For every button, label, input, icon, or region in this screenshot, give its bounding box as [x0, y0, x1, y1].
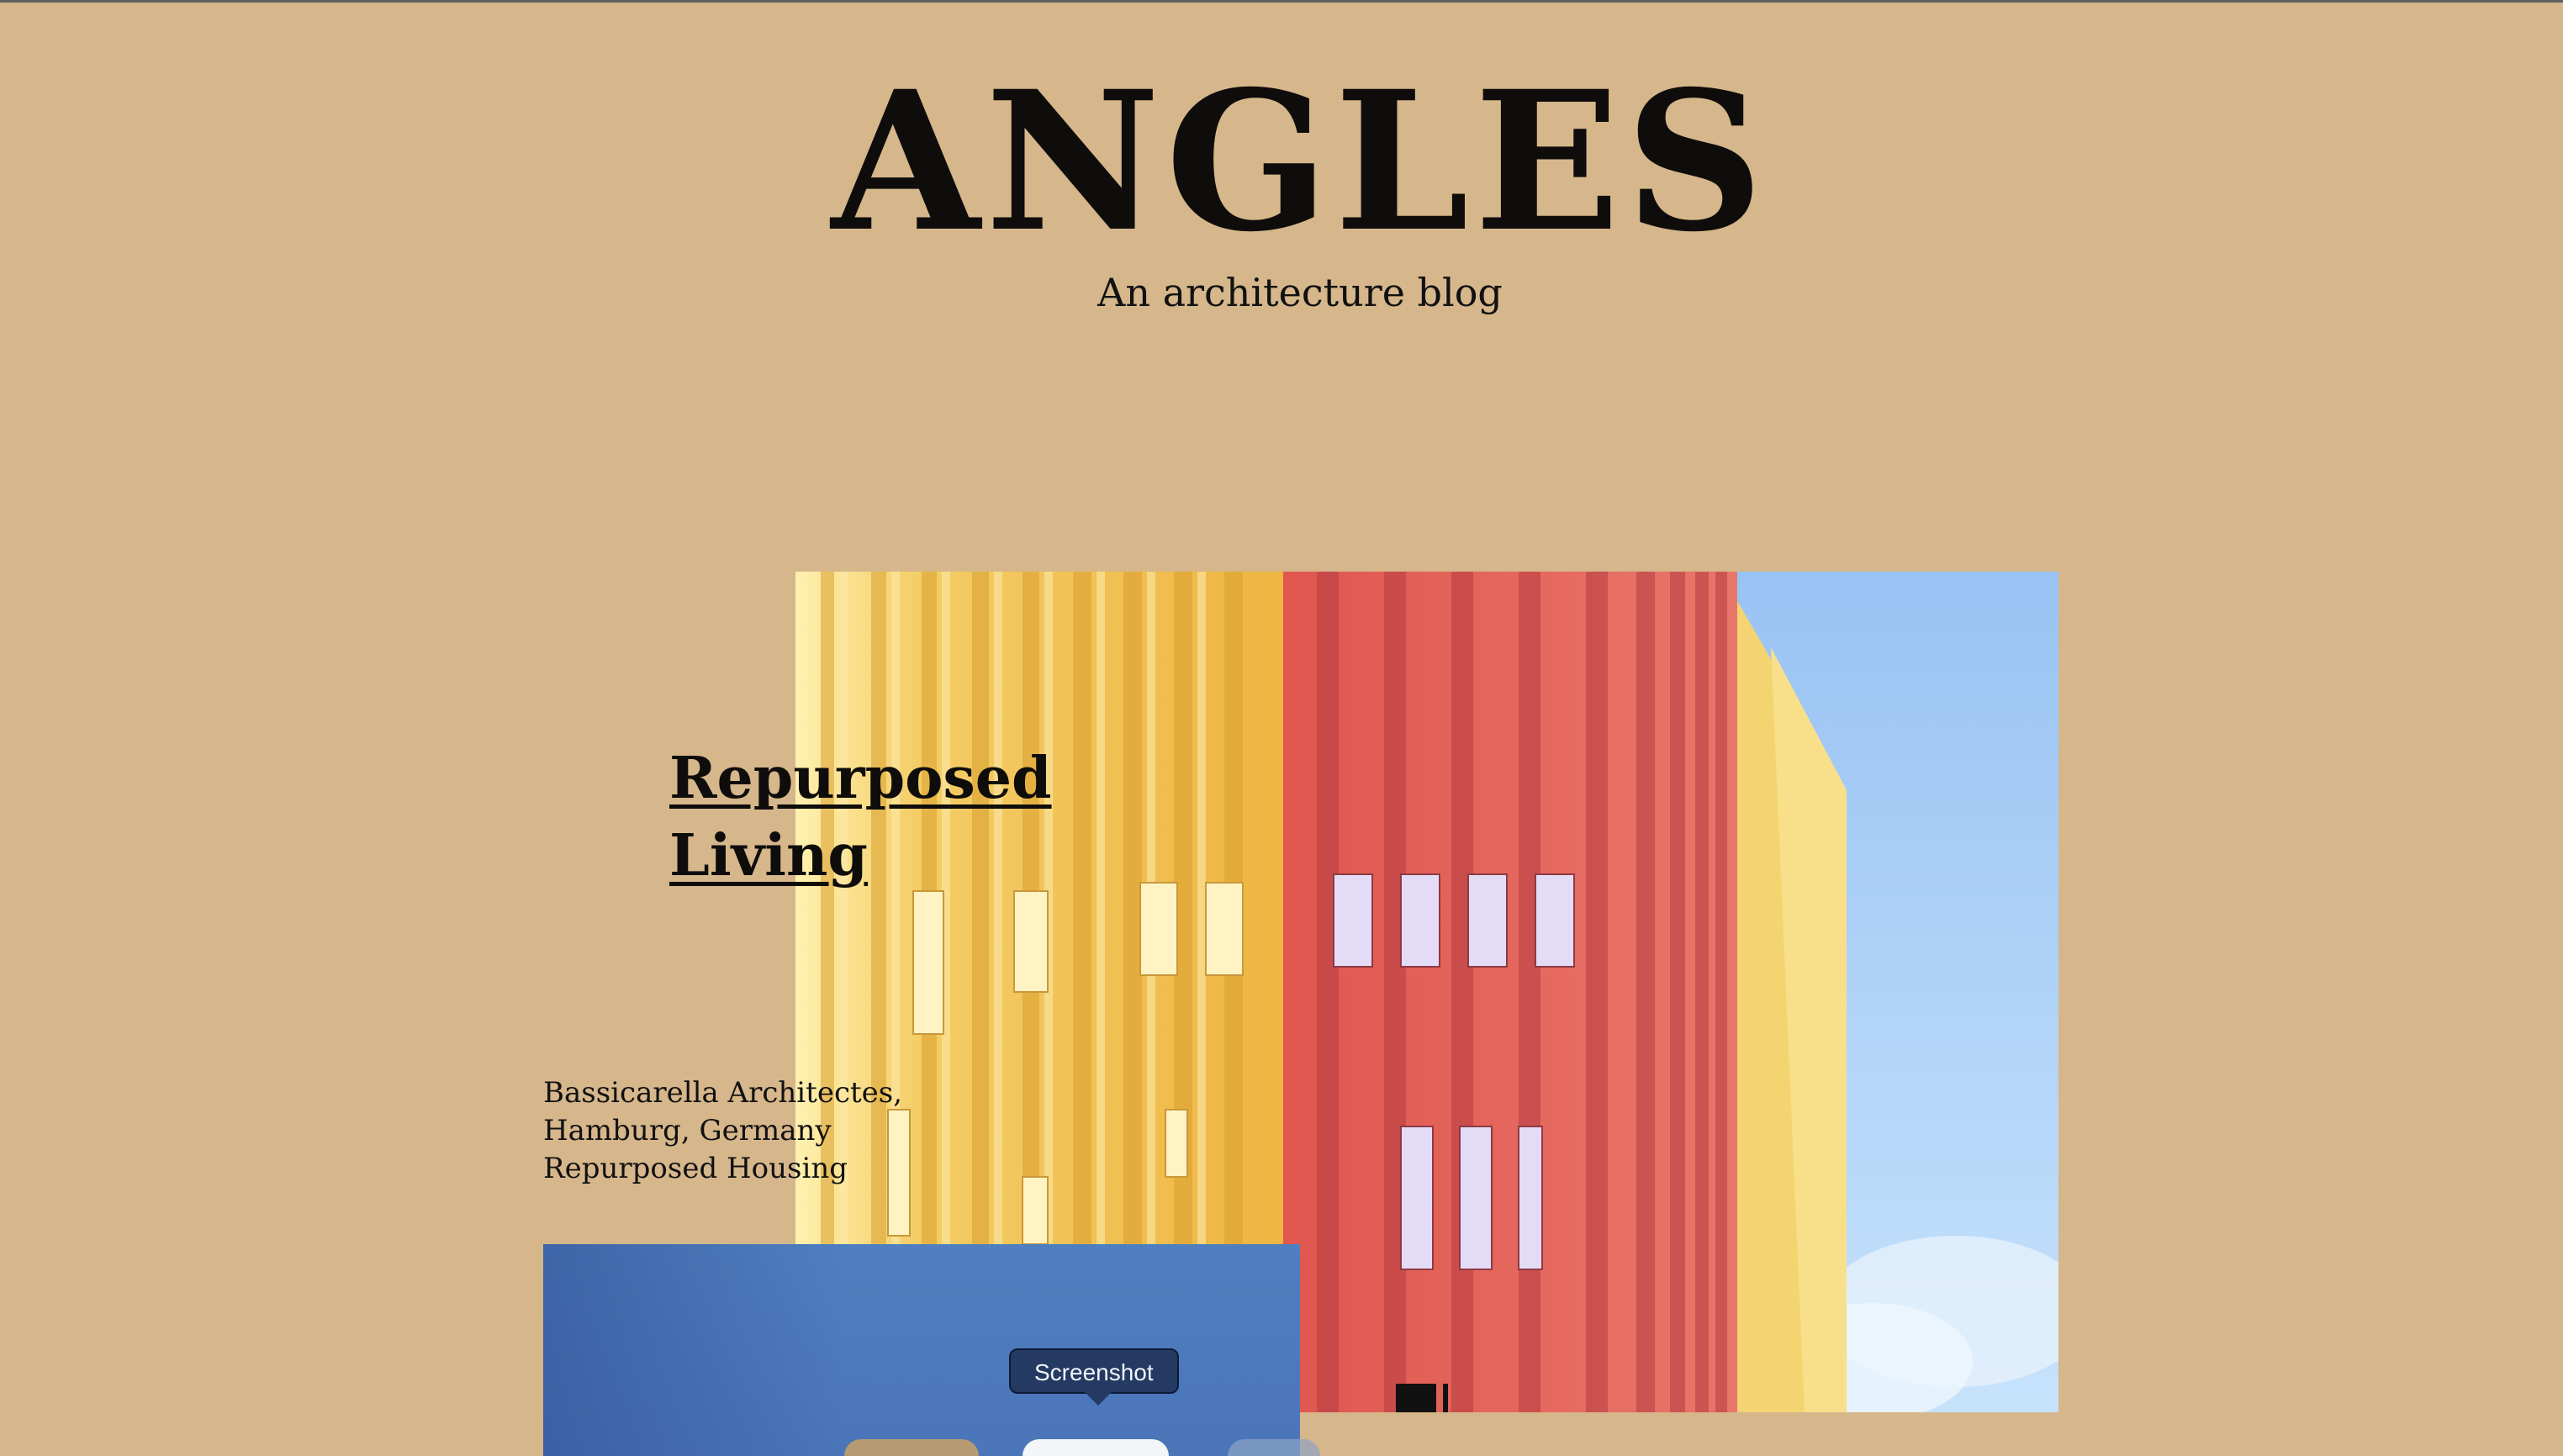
tooltip-pointer — [1085, 1392, 1112, 1406]
post-meta: Bassicarella Architectes, Hamburg, Germa… — [543, 1074, 980, 1188]
site-logo[interactable]: ANGLES — [0, 61, 2563, 262]
site-tagline: An architecture blog — [1097, 270, 1503, 315]
overlay-shading — [543, 1244, 1300, 1456]
post-meta-category: Repurposed Housing — [543, 1152, 848, 1185]
screenshot-button[interactable] — [1023, 1439, 1169, 1456]
window-top-border — [0, 0, 2563, 3]
overlay-button-left[interactable] — [844, 1439, 979, 1456]
screenshot-tooltip: Screenshot — [1009, 1348, 1179, 1394]
post-title-link[interactable]: Repurposed Living — [669, 740, 1140, 894]
screenshot-overlay-panel — [543, 1244, 1300, 1456]
overlay-button-right[interactable] — [1228, 1439, 1320, 1456]
post-meta-architect: Bassicarella Architectes, — [543, 1076, 903, 1110]
post-meta-location: Hamburg, Germany — [543, 1114, 832, 1147]
